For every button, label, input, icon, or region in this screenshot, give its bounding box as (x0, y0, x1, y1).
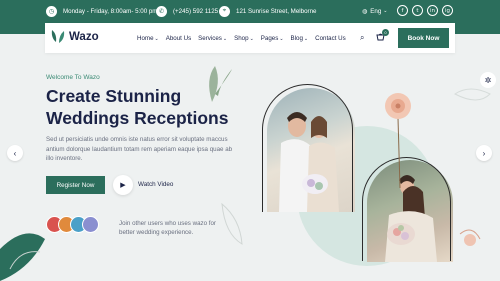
main-navbar: Wazo Home⌄ About Us Services⌄ Shop⌄ Page… (45, 23, 455, 53)
chevron-down-icon: ⌄ (279, 35, 284, 42)
nav-menu: Home⌄ About Us Services⌄ Shop⌄ Pages⌄ Bl… (137, 23, 346, 53)
instagram-icon[interactable]: ig (442, 5, 453, 16)
nav-item-home[interactable]: Home⌄ (137, 35, 159, 42)
gear-icon[interactable]: ✲ (480, 72, 496, 88)
language-select[interactable]: ◍ Eng ⌄ (362, 0, 387, 22)
phone-info[interactable]: ✆ (+245) 592 1125 (156, 0, 218, 22)
arrow-left-icon[interactable]: ‹ (7, 145, 23, 161)
welcome-label: Welcome To Wazo (46, 74, 100, 81)
globe-icon: ◍ (362, 8, 368, 15)
logo-icon (51, 28, 65, 45)
clock-icon: ◷ (46, 5, 57, 17)
join-text: Join other users who uses wazo for bette… (119, 220, 216, 236)
nav-item-shop[interactable]: Shop⌄ (234, 35, 254, 42)
linkedin-icon[interactable]: in (427, 5, 438, 16)
address-info: ⌖ 121 Sunrise Street, Melborne (219, 0, 316, 22)
nav-item-pages[interactable]: Pages⌄ (261, 35, 284, 42)
register-now-button[interactable]: Register Now (46, 176, 105, 194)
hours-info: ◷ Monday - Friday, 8:00am- 5:00 pm (46, 0, 157, 22)
nav-item-contact[interactable]: Contact Us (315, 35, 346, 42)
chevron-down-icon: ⌄ (154, 35, 159, 42)
cart-count-badge: 0 (382, 29, 389, 36)
flower-decoration (385, 93, 411, 188)
chevron-down-icon: ⌄ (383, 8, 388, 14)
nav-item-about[interactable]: About Us (166, 35, 191, 42)
nav-item-services[interactable]: Services⌄ (198, 35, 227, 42)
chevron-down-icon: ⌄ (249, 35, 254, 42)
chevron-down-icon: ⌄ (303, 35, 309, 42)
search-icon[interactable]: ⌕ (360, 33, 364, 43)
photo-frame (262, 84, 353, 212)
twitter-icon[interactable]: t (412, 5, 423, 16)
book-now-button[interactable]: Book Now (398, 28, 449, 48)
location-icon: ⌖ (219, 5, 230, 17)
watch-video-link[interactable]: Watch Video (138, 181, 173, 188)
logo[interactable]: Wazo (51, 28, 99, 45)
facebook-icon[interactable]: f (397, 5, 408, 16)
phone-icon: ✆ (156, 5, 167, 17)
user-avatars (46, 216, 99, 233)
hero-description: Sed ut persiciatis unde omnis iste natus… (46, 136, 233, 163)
nav-item-blog[interactable]: Blog⌄ (291, 35, 309, 42)
hero-title: Create Stunning Weddings Receptions (46, 86, 229, 128)
chevron-down-icon: ⌄ (222, 35, 228, 42)
arrow-right-icon[interactable]: › (476, 145, 492, 161)
play-icon[interactable]: ▶ (113, 175, 133, 195)
avatar (82, 216, 99, 233)
